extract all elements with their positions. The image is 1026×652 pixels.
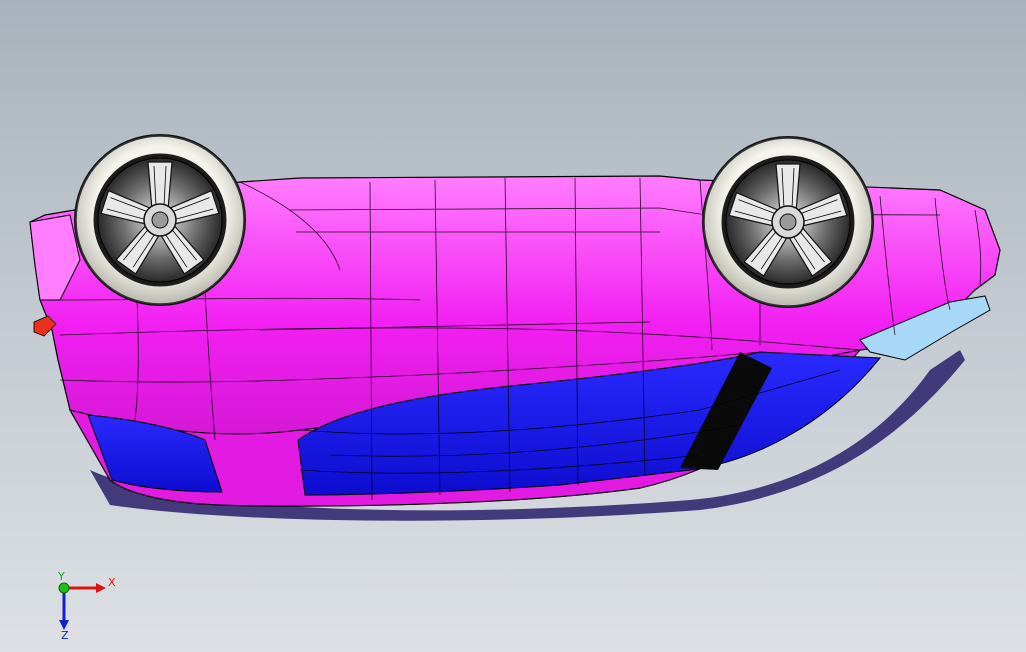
orientation-triad: X Y Z <box>57 570 116 640</box>
front-wheel <box>73 133 247 307</box>
car-model-3d-view[interactable] <box>0 0 1026 652</box>
z-axis-arrow-icon <box>59 588 69 630</box>
rear-wheel <box>701 135 875 309</box>
x-axis-label: X <box>108 576 116 589</box>
graphics-viewport[interactable]: X Y Z <box>0 0 1026 652</box>
y-axis-label: Y <box>57 570 65 583</box>
x-axis-arrow-icon <box>64 583 106 593</box>
y-axis-dot-icon <box>58 582 70 594</box>
z-axis-label: Z <box>61 629 69 640</box>
